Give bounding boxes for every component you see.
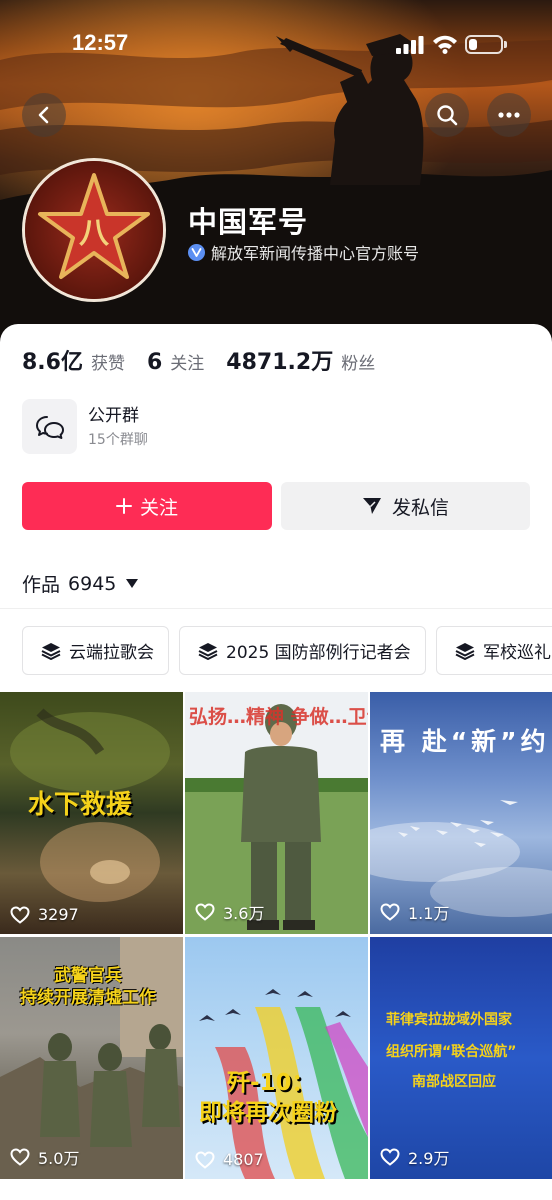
- search-icon: [437, 105, 458, 126]
- collection-chip-label: 云端拉歌会: [69, 643, 154, 663]
- back-icon: [38, 106, 49, 124]
- video-likes-count: 2.9万: [408, 1149, 450, 1168]
- stack-icon: [198, 642, 218, 660]
- video-caption-line: 持续开展清墟工作: [20, 988, 156, 1008]
- cellular-signal-icon: [396, 36, 424, 54]
- video-thumbnail[interactable]: 武警官兵 持续开展清墟工作 5.0万: [0, 937, 183, 1179]
- avatar[interactable]: 八: [22, 158, 166, 302]
- wifi-icon: [433, 35, 457, 54]
- followers-count[interactable]: 4871.2万: [226, 344, 333, 376]
- more-icon: [498, 112, 520, 118]
- chevron-down-icon: [126, 579, 139, 588]
- video-caption-line: 歼-10：: [227, 1070, 315, 1096]
- status-time: 12:57: [72, 30, 129, 55]
- video-thumbnail[interactable]: 弘扬…精神 争做…卫士 3.6万: [185, 692, 368, 934]
- back-button[interactable]: [22, 93, 66, 137]
- heart-icon: [380, 903, 400, 921]
- video-likes: 5.0万: [10, 1145, 79, 1169]
- collection-chips: 云端拉歌会 2025 国防部例行记者会 军校巡礼: [22, 626, 552, 676]
- collection-chip[interactable]: 2025 国防部例行记者会: [179, 626, 426, 675]
- heart-icon: [195, 1150, 215, 1169]
- video-thumbnail[interactable]: 菲律宾拉拢域外国家 组织所谓“联合巡航” 南部战区回应 2.9万: [370, 937, 552, 1179]
- message-button[interactable]: 发私信: [281, 482, 530, 530]
- profile-banner: 12:57 八 中国军号 解放军新闻传播中心官方账号: [0, 0, 552, 350]
- red-star-emblem-icon: 八: [25, 161, 163, 299]
- chat-bubble-icon: [35, 415, 64, 439]
- search-button[interactable]: [425, 93, 469, 137]
- works-count: 6945: [68, 572, 117, 595]
- video-likes: 3.6万: [195, 900, 264, 924]
- group-title: 公开群: [88, 406, 139, 426]
- aerobatic-jets-image: [199, 989, 368, 1179]
- video-likes: 4807: [195, 1150, 264, 1169]
- heart-icon: [380, 1148, 400, 1166]
- video-likes: 3297: [10, 905, 79, 924]
- video-thumbnail[interactable]: 水下救援 3297: [0, 692, 183, 934]
- stack-icon: [41, 642, 61, 660]
- group-subtitle: 15个群聊: [88, 432, 148, 448]
- heart-icon: [10, 1148, 30, 1166]
- message-label: 发私信: [391, 496, 449, 519]
- heart-icon: [10, 905, 30, 924]
- video-likes-count: 4807: [223, 1150, 264, 1169]
- following-count[interactable]: 6: [147, 350, 162, 375]
- following-label[interactable]: 关注: [170, 349, 204, 374]
- likes-count: 8.6亿: [22, 350, 83, 375]
- video-caption: 弘扬…精神 争做…卫士: [189, 706, 368, 728]
- group-icon-tile: [22, 399, 77, 454]
- video-thumbnail[interactable]: 歼-10： 即将再次圈粉 4807: [185, 937, 368, 1179]
- video-likes: 1.1万: [380, 900, 449, 924]
- video-likes-count: 5.0万: [38, 1149, 80, 1168]
- verified-icon: [188, 243, 205, 261]
- collection-chip[interactable]: 云端拉歌会: [22, 626, 169, 675]
- video-likes-count: 3.6万: [223, 904, 265, 923]
- video-caption: 再 赴“新”约: [380, 727, 550, 756]
- follow-button[interactable]: 关注: [22, 482, 272, 530]
- verification-line: 解放军新闻传播中心官方账号: [188, 240, 419, 264]
- followers-label[interactable]: 粉丝: [341, 349, 375, 374]
- more-button[interactable]: [487, 93, 531, 137]
- video-caption-line: 南部战区回应: [412, 1074, 496, 1090]
- works-label: 作品: [22, 574, 61, 596]
- battery-icon: [465, 35, 507, 54]
- video-caption-line: 菲律宾拉拢域外国家: [386, 1012, 512, 1028]
- video-caption-line: 组织所谓“联合巡航”: [386, 1044, 517, 1060]
- profile-name: 中国军号: [188, 205, 309, 239]
- verification-text: 解放军新闻传播中心官方账号: [211, 244, 420, 263]
- battery-level: [469, 39, 477, 50]
- collection-chip[interactable]: 军校巡礼: [436, 626, 552, 675]
- video-caption: 水下救援: [28, 790, 133, 820]
- collection-chip-label: 2025 国防部例行记者会: [226, 643, 411, 663]
- send-icon: [362, 498, 381, 514]
- video-likes: 2.9万: [380, 1145, 449, 1169]
- stack-icon: [455, 642, 475, 660]
- collection-chip-label: 军校巡礼: [483, 643, 551, 663]
- divider: [0, 608, 552, 609]
- plus-icon: [115, 498, 132, 514]
- video-caption-line: 即将再次圈粉: [199, 1100, 337, 1126]
- works-tab[interactable]: 作品 6945: [22, 570, 139, 597]
- likes-label: 获赞: [90, 354, 125, 374]
- follow-label: 关注: [139, 496, 178, 519]
- video-likes-count: 3297: [38, 905, 79, 924]
- video-thumbnail[interactable]: 再 赴“新”约 1.1万: [370, 692, 552, 934]
- status-bar: 12:57: [0, 0, 552, 90]
- video-grid: 水下救援 3297 弘扬…精神 争做…卫士 3.6万 再 赴“新”约 1.1万 …: [0, 692, 552, 1200]
- stats-row: 8.6亿 获赞 6 关注 4871.2万 粉丝: [22, 344, 397, 376]
- public-group-entry[interactable]: 公开群 15个群聊: [22, 399, 322, 455]
- heart-icon: [195, 903, 215, 921]
- video-likes-count: 1.1万: [408, 904, 450, 923]
- avatar-emblem-text: 八: [79, 216, 110, 251]
